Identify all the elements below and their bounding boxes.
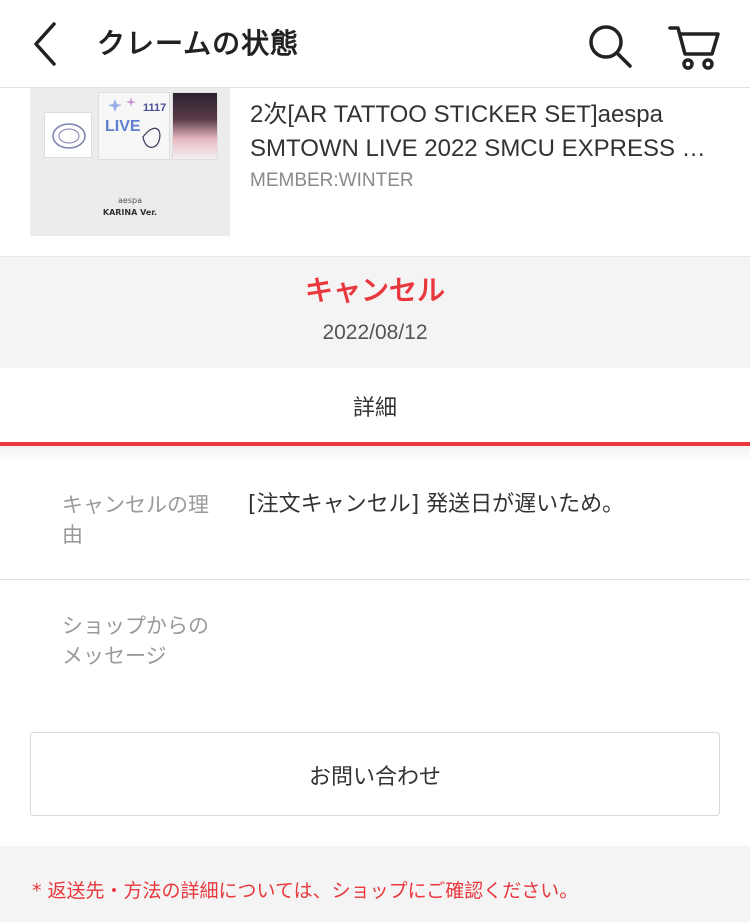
cart-button[interactable] bbox=[664, 16, 724, 76]
tab-details-label: 詳細 bbox=[352, 396, 397, 421]
notice-text: * 返送先・方法の詳細については、ショップにご確認ください。 bbox=[32, 880, 579, 902]
contact-button[interactable]: お問い合わせ bbox=[30, 732, 720, 816]
search-button[interactable] bbox=[582, 18, 638, 74]
detail-label: キャンセルの理由 bbox=[62, 493, 209, 547]
tab-details[interactable]: 詳細 bbox=[0, 368, 750, 446]
notice-panel: * 返送先・方法の詳細については、ショップにご確認ください。 bbox=[0, 846, 750, 922]
live-sticker: 1117 LIVE bbox=[98, 92, 170, 160]
member-photo bbox=[172, 92, 218, 160]
contact-button-label: お問い合わせ bbox=[308, 765, 441, 790]
svg-text:LIVE: LIVE bbox=[105, 118, 141, 135]
cart-icon bbox=[668, 26, 720, 70]
status-date: 2022/08/12 bbox=[322, 321, 428, 344]
product-option: MEMBER:WINTER bbox=[250, 170, 414, 191]
detail-row-cancel-reason: キャンセルの理由 [注文キャンセル] 発送日が遅いため。 bbox=[0, 460, 750, 580]
product-name[interactable]: 2次[AR TATTOO STICKER SET]aespa SMTOWN LI… bbox=[250, 98, 730, 166]
detail-row-shop-message: ショップからのメッセージ bbox=[0, 581, 750, 701]
detail-value: [注文キャンセル] 発送日が遅いため。 bbox=[248, 492, 625, 517]
search-icon bbox=[589, 25, 632, 68]
product-thumbnail[interactable]: 1117 LIVE aespa KARINA Ver. bbox=[30, 88, 230, 236]
product-summary[interactable]: 1117 LIVE aespa KARINA Ver. 2次[AR TATTOO… bbox=[0, 88, 750, 256]
svg-text:1117: 1117 bbox=[143, 102, 166, 114]
app-header: クレームの状態 bbox=[0, 0, 750, 88]
status-label: キャンセル bbox=[304, 274, 445, 307]
chevron-left-icon bbox=[34, 22, 56, 66]
logo-sticker bbox=[44, 112, 92, 158]
claim-status-panel: キャンセル 2022/08/12 bbox=[0, 256, 750, 368]
detail-label: ショップからのメッセージ bbox=[62, 614, 209, 668]
divider bbox=[0, 446, 750, 460]
back-button[interactable] bbox=[24, 18, 76, 70]
page-title: クレームの状態 bbox=[97, 27, 300, 60]
thumbnail-caption-group: aespa bbox=[118, 196, 142, 205]
thumbnail-caption-version: KARINA Ver. bbox=[102, 208, 158, 217]
